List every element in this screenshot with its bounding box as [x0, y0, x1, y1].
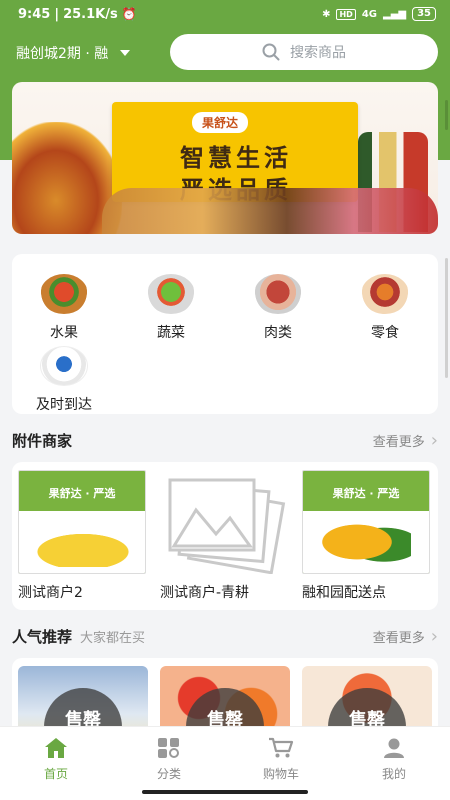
fruit-basket-icon: [40, 274, 88, 314]
profile-icon: [384, 738, 404, 758]
home-indicator[interactable]: [142, 790, 308, 794]
category-label: 蔬菜: [157, 325, 185, 341]
merchant-card[interactable]: 测试商户-青耕: [160, 470, 290, 602]
location-selector[interactable]: 融创城2期 · 融: [16, 43, 166, 63]
category-snack[interactable]: 零食: [335, 274, 435, 342]
tab-cart[interactable]: 购物车: [241, 737, 321, 782]
promo-banner[interactable]: 果舒达 智慧生活 严选品质: [12, 82, 438, 234]
category-label: 及时到达: [36, 397, 92, 413]
delivery-icon: [40, 346, 88, 386]
category-label: 零食: [371, 325, 399, 341]
bottom-tab-bar: 首页 分类 购物车 我的: [0, 726, 450, 800]
image-placeholder-icon: [160, 470, 288, 574]
merchant-thumbnail: 果舒达 · 严选: [18, 470, 146, 574]
chevron-right-icon: ›: [430, 430, 438, 451]
category-icon: [158, 738, 179, 758]
category-label: 水果: [50, 325, 78, 341]
hd-icon: HD: [336, 8, 356, 20]
meat-icon: [254, 274, 302, 314]
status-time: 9:45: [18, 6, 51, 22]
merchant-name: 融和园配送点: [302, 585, 386, 601]
signal-icon: ▂▄▆: [383, 8, 407, 20]
merchants-see-more[interactable]: 查看更多 ›: [373, 430, 438, 451]
category-meat[interactable]: 肉类: [228, 274, 328, 342]
mango-image: [321, 515, 411, 569]
vegetable-icon: [147, 274, 195, 314]
merchant-thumbnail: 果舒达 · 严选: [302, 470, 430, 574]
tab-home[interactable]: 首页: [16, 737, 96, 782]
banner-snacks-image: [102, 188, 438, 234]
page-scrollbar[interactable]: [445, 258, 448, 378]
location-label: 融创城2期 · 融: [16, 46, 109, 62]
category-fruit[interactable]: 水果: [14, 274, 114, 342]
status-speed: 25.1K/s: [63, 6, 118, 22]
chevron-right-icon: ›: [430, 626, 438, 647]
merchants-title: 附件商家: [12, 432, 73, 450]
search-input[interactable]: 搜索商品: [170, 34, 438, 70]
merchant-name: 测试商户-青耕: [160, 585, 250, 601]
merchant-card[interactable]: 果舒达 · 严选 测试商户2: [18, 470, 148, 602]
home-icon: [45, 738, 67, 758]
category-label: 肉类: [264, 325, 292, 341]
alarm-icon: ⏰: [121, 7, 137, 21]
tab-profile[interactable]: 我的: [354, 737, 434, 782]
search-placeholder: 搜索商品: [290, 45, 346, 61]
popular-title: 人气推荐 大家都在买: [12, 628, 146, 646]
category-vegetable[interactable]: 蔬菜: [121, 274, 221, 342]
snack-icon: [361, 274, 409, 314]
category-delivery[interactable]: 及时到达: [14, 346, 114, 414]
merchant-name: 测试商户2: [18, 585, 83, 601]
network-label: 4G: [361, 8, 377, 20]
category-grid: 水果 蔬菜 肉类 零食 及时到达: [12, 254, 438, 414]
popular-see-more[interactable]: 查看更多 ›: [373, 626, 438, 647]
cart-icon: [269, 737, 294, 758]
chevron-down-icon: [120, 50, 131, 56]
status-bar: 9:45 | 25.1K/s ⏰ ✱ HD 4G ▂▄▆ 35: [0, 0, 450, 28]
banner-scroll-indicator: [445, 100, 448, 130]
merchant-card[interactable]: 果舒达 · 严选 融和园配送点: [302, 470, 432, 602]
banner-brand: 果舒达: [192, 112, 249, 133]
search-icon: [262, 43, 280, 61]
tab-category[interactable]: 分类: [129, 737, 209, 782]
bluetooth-icon: ✱: [322, 8, 331, 20]
merchant-list: 果舒达 · 严选 测试商户2 测试商户-青耕 果舒达 · 严选 融和园配送点: [12, 462, 438, 610]
top-header: 融创城2期 · 融 搜索商品: [0, 34, 450, 72]
battery-icon: 35: [412, 7, 436, 21]
banana-image: [25, 529, 141, 567]
popular-subtitle: 大家都在买: [80, 631, 146, 646]
banner-slogan-line1: 智慧生活: [180, 144, 292, 172]
